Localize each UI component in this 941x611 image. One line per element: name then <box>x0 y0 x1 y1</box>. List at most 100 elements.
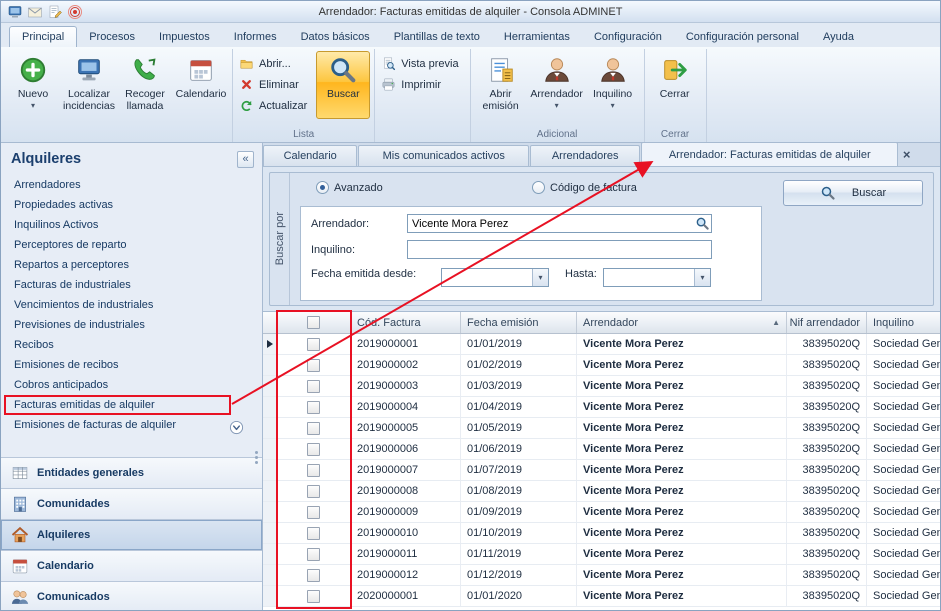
doc-tab-arrendador-facturas-emitidas-de-alquiler[interactable]: Arrendador: Facturas emitidas de alquile… <box>641 143 898 166</box>
arrendador-input[interactable] <box>407 214 712 233</box>
close-tab-button[interactable]: × <box>899 147 914 162</box>
hasta-combo[interactable]: ▾ <box>603 268 711 287</box>
chevron-down-icon[interactable]: ▾ <box>532 269 548 286</box>
localizar-incidencias-button[interactable]: Localizar incidencias <box>62 51 116 119</box>
sidebar-item-repartos-a-perceptores[interactable]: Repartos a perceptores <box>1 255 262 275</box>
sidebar-item-vencimientos-de-industriales[interactable]: Vencimientos de industriales <box>1 295 262 315</box>
sidebar-item-inquilinos-activos[interactable]: Inquilinos Activos <box>1 215 262 235</box>
column-header-nif-arrendador[interactable]: Nif arrendador <box>787 312 867 333</box>
row-checkbox[interactable] <box>307 380 320 393</box>
recoger-llamada-button[interactable]: Recoger llamada <box>118 51 172 119</box>
row-checkbox[interactable] <box>307 443 320 456</box>
edit-icon[interactable] <box>47 4 63 20</box>
localizar-incidencias-label: Localizar incidencias <box>63 88 115 112</box>
splitter-grip[interactable] <box>255 451 258 464</box>
row-checkbox[interactable] <box>307 569 320 582</box>
sidebar-item-list: ArrendadoresPropiedades activasInquilino… <box>1 175 262 435</box>
overflow-chevron-down-icon[interactable] <box>229 420 244 435</box>
row-checkbox[interactable] <box>307 506 320 519</box>
cell-arrendador: Vicente Mora Perez <box>577 544 787 564</box>
row-checkbox[interactable] <box>307 401 320 414</box>
grid-corner-cell <box>263 312 277 333</box>
abrir-emision-button[interactable]: Abrir emisión <box>474 51 528 119</box>
ribbon-tab-procesos[interactable]: Procesos <box>77 27 147 47</box>
ribbon-tab-plantillas-de-texto[interactable]: Plantillas de texto <box>382 27 492 47</box>
eliminar-button[interactable]: Eliminar <box>236 75 314 94</box>
column-header-fecha-emision[interactable]: Fecha emisión <box>461 312 577 333</box>
ribbon-small-stack: Vista previa Imprimir <box>378 51 465 94</box>
actualizar-button[interactable]: Actualizar <box>236 96 314 115</box>
arrendador-label: Arrendador <box>530 88 583 100</box>
radio-codigo-de-factura[interactable]: Código de factura <box>532 181 637 194</box>
nuevo-button[interactable]: Nuevo▾ <box>6 51 60 119</box>
cell-fecha: 01/08/2019 <box>461 481 577 501</box>
fecha-desde-combo[interactable]: ▾ <box>441 268 549 287</box>
ribbon-tab-configuracion-personal[interactable]: Configuración personal <box>674 27 811 47</box>
sidebar-item-emisiones-de-recibos[interactable]: Emisiones de recibos <box>1 355 262 375</box>
signal-icon[interactable] <box>67 4 83 20</box>
inquilino-input[interactable] <box>407 240 712 259</box>
ribbon-tab-informes[interactable]: Informes <box>222 27 289 47</box>
calendario-button[interactable]: Calendario <box>174 51 228 119</box>
ribbon-tab-configuracion[interactable]: Configuración <box>582 27 674 47</box>
select-all-checkbox[interactable] <box>307 316 320 329</box>
app-icon[interactable] <box>7 4 23 20</box>
row-checkbox-cell <box>277 376 351 396</box>
nav-section-alquileres[interactable]: Alquileres <box>1 519 262 550</box>
ribbon-tab-impuestos[interactable]: Impuestos <box>147 27 222 47</box>
row-checkbox[interactable] <box>307 590 320 603</box>
table-row: 201900000901/09/2019Vicente Mora Perez38… <box>263 502 940 523</box>
sidebar-item-facturas-emitidas-de-alquiler[interactable]: Facturas emitidas de alquiler <box>1 395 262 415</box>
nav-section-label: Alquileres <box>37 529 90 541</box>
row-checkbox[interactable] <box>307 359 320 372</box>
row-checkbox-cell <box>277 460 351 480</box>
arrendador-button[interactable]: Arrendador▾ <box>530 51 584 119</box>
inquilino-button[interactable]: Inquilino▾ <box>586 51 640 119</box>
grid-header-row: Cód. FacturaFecha emisiónArrendador▲Nif … <box>263 312 940 334</box>
ribbon-tab-datos-basicos[interactable]: Datos básicos <box>289 27 382 47</box>
doc-tab-mis-comunicados-activos[interactable]: Mis comunicados activos <box>358 145 529 166</box>
sidebar-item-facturas-de-industriales[interactable]: Facturas de industriales <box>1 275 262 295</box>
doc-tab-arrendadores[interactable]: Arrendadores <box>530 145 640 166</box>
sidebar-item-recibos[interactable]: Recibos <box>1 335 262 355</box>
radio-avanzado[interactable]: Avanzado <box>316 181 383 194</box>
doc-tab-calendario[interactable]: Calendario <box>263 145 357 166</box>
lookup-search-icon[interactable] <box>695 216 710 231</box>
sidebar-item-perceptores-de-reparto[interactable]: Perceptores de reparto <box>1 235 262 255</box>
sidebar-item-emisiones-de-facturas-de-alquiler[interactable]: Emisiones de facturas de alquiler <box>1 415 262 435</box>
sidebar-item-arrendadores[interactable]: Arrendadores <box>1 175 262 195</box>
ribbon-tab-ayuda[interactable]: Ayuda <box>811 27 866 47</box>
sidebar-item-previsiones-de-industriales[interactable]: Previsiones de industriales <box>1 315 262 335</box>
row-checkbox[interactable] <box>307 464 320 477</box>
column-header-cod-factura[interactable]: Cód. Factura <box>351 312 461 333</box>
chevron-down-icon[interactable]: ▾ <box>694 269 710 286</box>
row-checkbox[interactable] <box>307 485 320 498</box>
ribbon-groups: Nuevo▾Localizar incidenciasRecoger llama… <box>3 49 707 142</box>
ribbon-tab-herramientas[interactable]: Herramientas <box>492 27 582 47</box>
column-header-arrendador[interactable]: Arrendador▲ <box>577 312 787 333</box>
sidebar-item-cobros-anticipados[interactable]: Cobros anticipados <box>1 375 262 395</box>
nav-section-comunicados[interactable]: Comunicados <box>1 581 262 611</box>
column-header-inquilino[interactable]: Inquilino <box>867 312 940 333</box>
row-checkbox[interactable] <box>307 527 320 540</box>
nav-section-calendario[interactable]: Calendario <box>1 550 262 581</box>
collapse-sidebar-button[interactable]: « <box>237 151 254 168</box>
cell-inquilino: Sociedad General <box>867 523 940 543</box>
vista-previa-button[interactable]: Vista previa <box>378 54 465 73</box>
row-checkbox[interactable] <box>307 338 320 351</box>
cerrar-button[interactable]: Cerrar <box>648 51 702 119</box>
mail-icon[interactable] <box>27 4 43 20</box>
dropdown-arrow-icon: ▾ <box>31 102 35 110</box>
buscar-button[interactable]: Buscar <box>783 180 923 206</box>
ribbon-tab-principal[interactable]: Principal <box>9 26 77 47</box>
buscar-button[interactable]: Buscar <box>316 51 370 119</box>
nav-section-entidades-generales[interactable]: Entidades generales <box>1 457 262 488</box>
nav-section-comunidades[interactable]: Comunidades <box>1 488 262 519</box>
folder-icon <box>239 56 254 71</box>
sidebar-item-propiedades-activas[interactable]: Propiedades activas <box>1 195 262 215</box>
cell-factura: 2019000010 <box>351 523 461 543</box>
row-checkbox[interactable] <box>307 548 320 561</box>
imprimir-button[interactable]: Imprimir <box>378 75 465 94</box>
abrir-button[interactable]: Abrir... <box>236 54 314 73</box>
row-checkbox[interactable] <box>307 422 320 435</box>
